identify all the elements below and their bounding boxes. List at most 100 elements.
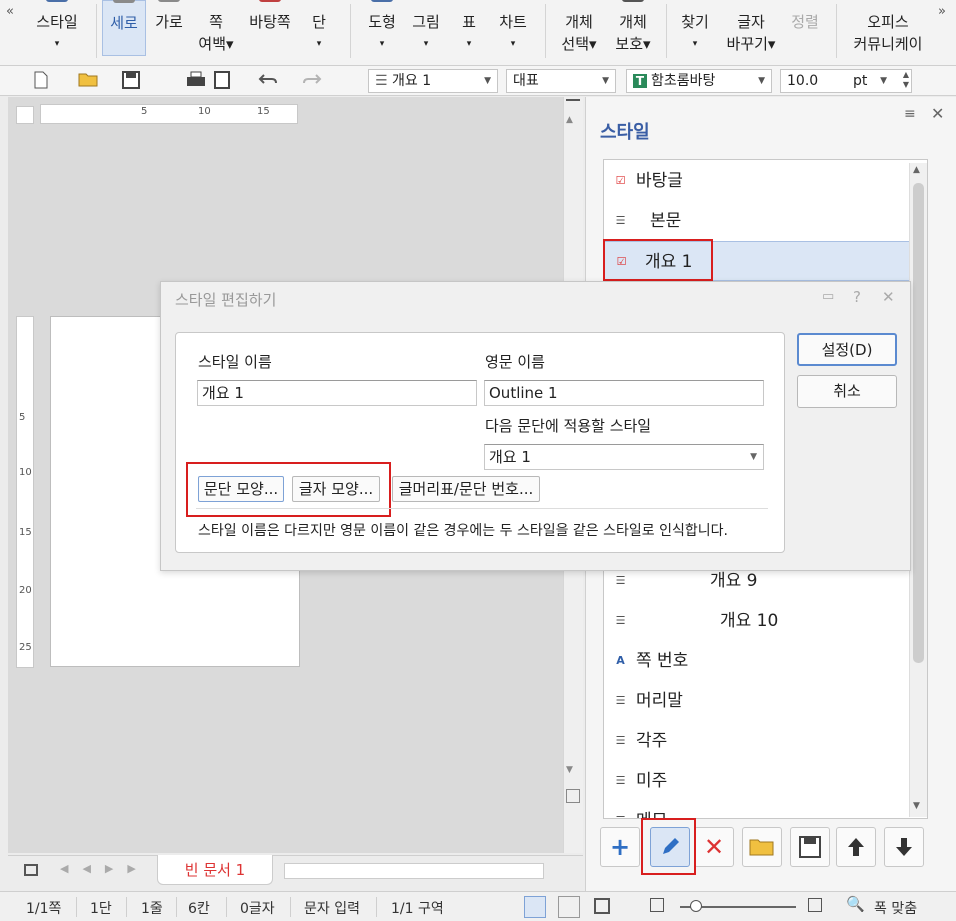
scroll-up-icon[interactable]: ▲ — [913, 165, 920, 175]
ribbon: « 스타일 ▾ 세로 가로 쪽 여백▾ 바탕쪽 단 ▾ 도형 ▾ 그림 ▾ 표 ▾ 차트 ▾ … — [0, 0, 956, 66]
redo-icon[interactable] — [302, 71, 322, 91]
panel-menu-icon[interactable]: ≡ — [904, 106, 916, 122]
save-style-icon[interactable] — [790, 827, 830, 867]
search-icon[interactable]: 🔍 — [846, 895, 865, 913]
open-folder-icon[interactable] — [78, 71, 100, 91]
ribbon-master-page-button[interactable]: 바탕쪽 — [244, 0, 296, 60]
list-item[interactable]: ☰ 머리말 — [604, 681, 910, 721]
scroll-down-icon[interactable]: ▼ — [566, 765, 573, 775]
ribbon-replace-button[interactable]: 글자 바꾸기▾ — [724, 0, 778, 60]
list-item[interactable]: ☰ 개요 10 — [604, 601, 910, 641]
list-item[interactable]: ☑ 바탕글 — [604, 161, 910, 201]
ribbon-column-button[interactable]: 단 ▾ — [300, 0, 338, 60]
para-icon: ☰ — [615, 614, 626, 627]
style-list-scrollbar[interactable]: ▲ ▼ — [909, 163, 927, 817]
master-page-icon — [259, 0, 281, 2]
divider — [176, 897, 177, 917]
font-size-combo[interactable]: 10.0 pt ▼ ▲ ▼ — [780, 69, 912, 93]
zoom-fit-label[interactable]: 폭 맞춤 — [874, 898, 917, 918]
list-item[interactable]: ☰ 본문 — [604, 201, 910, 241]
comment-icon[interactable]: ▭ — [822, 289, 834, 304]
move-up-icon[interactable] — [836, 827, 876, 867]
ribbon-page-margin-button[interactable]: 쪽 여백▾ — [192, 0, 240, 60]
zoom-slider-thumb[interactable] — [690, 900, 702, 912]
list-item[interactable]: A쪽 번호 — [604, 641, 910, 681]
ribbon-collapse-left-icon[interactable]: « — [6, 4, 14, 19]
font-combo[interactable]: T 함초롬바탕 ▼ — [626, 69, 772, 93]
tab-list-icon[interactable] — [24, 864, 38, 876]
document-horizontal-scrollbar[interactable] — [284, 863, 544, 879]
divider — [226, 897, 227, 917]
new-document-icon[interactable] — [34, 71, 48, 91]
panel-close-icon[interactable]: ✕ — [931, 104, 944, 123]
english-name-label: 영문 이름 — [485, 353, 545, 371]
lock-icon — [622, 0, 644, 2]
vertical-ruler[interactable]: 5 10 15 20 25 — [16, 316, 34, 668]
dialog-close-icon[interactable]: ✕ — [882, 288, 895, 306]
bullet-numbering-button[interactable]: 글머리표/문단 번호... — [392, 476, 540, 502]
view-normal-icon[interactable] — [524, 896, 546, 918]
paragraph-icon: ☰ — [375, 73, 393, 89]
ribbon-portrait-button[interactable]: 세로 — [102, 0, 146, 56]
move-down-icon[interactable] — [884, 827, 924, 867]
cancel-button[interactable]: 취소 — [797, 375, 897, 408]
list-item[interactable]: ☰메모 — [604, 801, 910, 818]
portrait-page-icon — [113, 0, 135, 3]
status-section: 1/1 구역 — [391, 901, 444, 917]
style-combo[interactable]: ☰ 개요 1 ▼ — [368, 69, 498, 93]
collapse-icon[interactable] — [566, 99, 580, 109]
english-name-field[interactable]: Outline 1 — [484, 380, 764, 406]
print-icon[interactable] — [186, 71, 206, 91]
font-icon: T — [633, 74, 647, 88]
status-char-col: 6칸 — [188, 901, 210, 917]
ribbon-shape-button[interactable]: 도형 ▾ — [360, 0, 404, 60]
ruler-corner-icon[interactable] — [16, 106, 34, 124]
ribbon-chart-button[interactable]: 차트 ▾ — [492, 0, 534, 60]
para-icon: ☰ — [615, 214, 626, 227]
ribbon-object-select-button[interactable]: 개체 선택▾ — [556, 0, 602, 60]
scroll-down-icon[interactable]: ▼ — [913, 801, 920, 811]
tab-navigation-icon[interactable]: ◀◀▶▶ — [60, 862, 150, 875]
ribbon-style-button[interactable]: 스타일 ▾ — [28, 0, 86, 60]
ribbon-expand-right-icon[interactable]: » — [938, 4, 946, 19]
size-spinner-icon[interactable]: ▲ ▼ — [903, 70, 909, 90]
tab-document[interactable]: 빈 문서 1 — [157, 855, 273, 885]
view-fit-width-icon[interactable] — [558, 896, 580, 918]
zoom-out-icon[interactable] — [650, 898, 664, 912]
dialog-title: 스타일 편집하기 — [175, 291, 277, 309]
divider — [376, 897, 377, 917]
zoom-in-icon[interactable] — [808, 898, 822, 912]
ribbon-separator — [666, 4, 667, 58]
ribbon-table-button[interactable]: 표 ▾ — [450, 0, 488, 60]
style-name-field[interactable]: 개요 1 — [197, 380, 477, 406]
help-icon[interactable]: ? — [853, 288, 861, 306]
open-style-folder-icon[interactable] — [742, 827, 782, 867]
ribbon-find-button[interactable]: 찾기 ▾ — [674, 0, 716, 60]
save-icon[interactable] — [122, 71, 140, 91]
ribbon-picture-button[interactable]: 그림 ▾ — [406, 0, 446, 60]
scroll-thumb[interactable] — [913, 183, 924, 663]
status-column: 1단 — [90, 901, 112, 917]
para-icon: ☰ — [615, 574, 626, 587]
ribbon-office-community-button[interactable]: 오피스 커뮤니케이 — [846, 0, 930, 60]
horizontal-ruler[interactable]: 5 10 15 — [40, 104, 298, 124]
add-style-icon[interactable]: + — [600, 827, 640, 867]
style-icon — [46, 0, 68, 2]
next-style-select[interactable]: 개요 1 ▼ — [484, 444, 764, 470]
preview-icon[interactable] — [214, 71, 230, 91]
undo-icon[interactable] — [258, 71, 278, 91]
font-language-combo[interactable]: 대표 ▼ — [506, 69, 616, 93]
view-page-icon[interactable] — [594, 898, 610, 914]
ok-button[interactable]: 설정(D) — [797, 333, 897, 366]
list-item[interactable]: ☰ 미주 — [604, 761, 910, 801]
ribbon-object-protect-button[interactable]: 개체 보호▾ — [610, 0, 656, 60]
ribbon-separator — [350, 4, 351, 58]
page-view-icon[interactable] — [566, 789, 580, 803]
status-page: 1/1쪽 — [26, 901, 62, 917]
char-style-icon: A — [616, 654, 625, 667]
list-item[interactable]: ☰ 각주 — [604, 721, 910, 761]
delete-style-icon[interactable]: ✕ — [694, 827, 734, 867]
scroll-up-icon[interactable]: ▲ — [566, 115, 573, 125]
ribbon-sort-button[interactable]: 정렬 — [784, 0, 826, 60]
ribbon-landscape-button[interactable]: 가로 — [150, 0, 188, 60]
